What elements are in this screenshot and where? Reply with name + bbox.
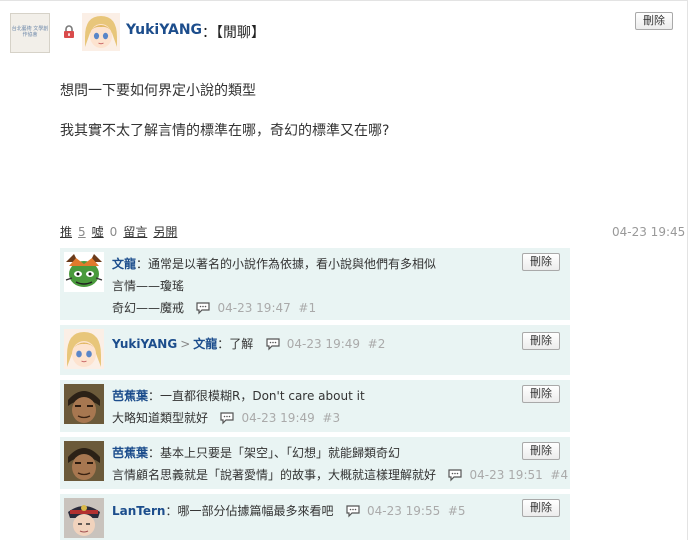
comment-floor: #1 — [298, 301, 317, 315]
commenter-name[interactable]: YukiYANG — [112, 337, 177, 351]
comment-time: 04-23 19:55 — [366, 504, 441, 518]
reply-bubble-icon[interactable] — [265, 337, 281, 351]
board-avatar[interactable]: 台北藝術 文學創作協會 — [10, 13, 50, 53]
comment-meta: 04-23 19:47 #1 — [188, 301, 316, 315]
comment-meta: 04-23 19:49 #2 — [257, 337, 385, 351]
board-avatar-caption: 台北藝術 文學創作協會 — [11, 26, 49, 38]
comment-button[interactable]: 留言 — [123, 225, 147, 239]
post-body-line: 想問一下要如何界定小說的類型 — [60, 83, 256, 99]
comment-time: 04-23 19:49 — [286, 337, 361, 351]
reply-bubble-icon[interactable] — [195, 301, 211, 315]
commenter-name[interactable]: 文龍 — [112, 257, 136, 271]
comment-meta: 04-23 19:49 #3 — [212, 411, 340, 425]
delete-comment-button[interactable]: 刪除 — [522, 499, 560, 517]
comment-floor: #5 — [447, 504, 466, 518]
push-count[interactable]: 5 — [78, 225, 86, 239]
delete-comment-button[interactable]: 刪除 — [522, 253, 560, 271]
comment-text: LanTern：哪一部分佔據篇幅最多來看吧 04-23 19:55 #5 — [112, 504, 466, 518]
commenter-avatar[interactable] — [64, 498, 104, 538]
open-new-button[interactable]: 另開 — [153, 225, 177, 239]
delete-comment-button[interactable]: 刪除 — [522, 332, 560, 350]
commenter-name[interactable]: LanTern — [112, 504, 165, 518]
comment-item: YukiYANG > 文龍：了解 04-23 19:49 #2 刪除 — [60, 325, 570, 375]
comment-text: 芭蕉葉：一直都很模糊R，Don't care about it — [112, 389, 365, 403]
author-name[interactable]: YukiYANG — [126, 22, 202, 38]
comment-floor: #4 — [550, 468, 569, 482]
comment-text-last-line: 大略知道類型就好 04-23 19:49 #3 — [112, 411, 341, 425]
comment-text: 文龍：通常是以著名的小說作為依據，看小說與他們有多相似 — [112, 257, 437, 271]
post-category: ：【閒聊】 — [202, 25, 265, 41]
reply-bubble-icon[interactable] — [345, 504, 361, 518]
delete-comment-button[interactable]: 刪除 — [522, 385, 560, 403]
commenter-name[interactable]: 芭蕉葉 — [112, 389, 148, 403]
boo-button[interactable]: 噓 — [92, 225, 104, 239]
delete-post-button[interactable]: 刪除 — [635, 12, 673, 30]
comment-item: 芭蕉葉：基本上只要是「架空」、「幻想」就能歸類奇幻 言情顧名思義就是「說著愛情」… — [60, 437, 570, 489]
reply-bubble-icon[interactable] — [447, 468, 463, 482]
comment-text-last-line: 奇幻——魔戒 04-23 19:47 #1 — [112, 301, 317, 315]
comment-time: 04-23 19:51 — [469, 468, 543, 482]
post-action-bar: 推 5 噓 0 留言 另開 — [60, 223, 183, 240]
comment-text: 芭蕉葉：基本上只要是「架空」、「幻想」就能歸類奇幻 — [112, 446, 401, 460]
comment-floor: #3 — [322, 411, 341, 425]
reply-bubble-icon[interactable] — [219, 411, 235, 425]
reply-to-name[interactable]: 文龍 — [193, 337, 217, 351]
comment-item: 文龍：通常是以著名的小說作為依據，看小說與他們有多相似 言情——瓊瑤 奇幻——魔… — [60, 248, 570, 320]
delete-comment-button[interactable]: 刪除 — [522, 442, 560, 460]
comment-text-line: 言情——瓊瑤 — [112, 279, 185, 293]
commenter-avatar[interactable] — [64, 384, 104, 424]
comment-item: LanTern：哪一部分佔據篇幅最多來看吧 04-23 19:55 #5 刪除 — [60, 494, 570, 540]
push-button[interactable]: 推 — [60, 225, 72, 239]
comment-text: YukiYANG > 文龍：了解 04-23 19:49 #2 — [112, 337, 386, 351]
commenter-avatar[interactable] — [64, 441, 104, 481]
commenter-avatar[interactable] — [64, 329, 104, 369]
comment-text-last-line: 言情顧名思義就是「說著愛情」的故事，大概就這樣理解就好 04-23 19:51 … — [112, 468, 569, 482]
boo-count: 0 — [109, 225, 118, 239]
comment-item: 芭蕉葉：一直都很模糊R，Don't care about it 大略知道類型就好… — [60, 380, 570, 432]
reply-arrow: > — [180, 337, 191, 351]
comment-time: 04-23 19:49 — [241, 411, 315, 425]
comment-time: 04-23 19:47 — [217, 301, 291, 315]
commenter-avatar[interactable] — [64, 252, 104, 292]
comment-floor: #2 — [367, 337, 386, 351]
post-timestamp: 04-23 19:45 — [612, 225, 686, 239]
commenter-name[interactable]: 芭蕉葉 — [112, 446, 148, 460]
post-body-line: 我其實不太了解言情的標準在哪，奇幻的標準又在哪? — [60, 123, 390, 139]
comment-meta: 04-23 19:51 #4 — [440, 468, 568, 482]
lock-icon — [64, 25, 74, 38]
comment-meta: 04-23 19:55 #5 — [337, 504, 466, 518]
author-avatar[interactable] — [82, 13, 120, 51]
post-body: 想問一下要如何界定小說的類型 我其實不太了解言情的標準在哪，奇幻的標準又在哪? — [60, 81, 389, 141]
post-container: 台北藝術 文學創作協會 YukiYANG ：【閒聊】 刪除 想問一下要如何界定小… — [0, 0, 688, 540]
